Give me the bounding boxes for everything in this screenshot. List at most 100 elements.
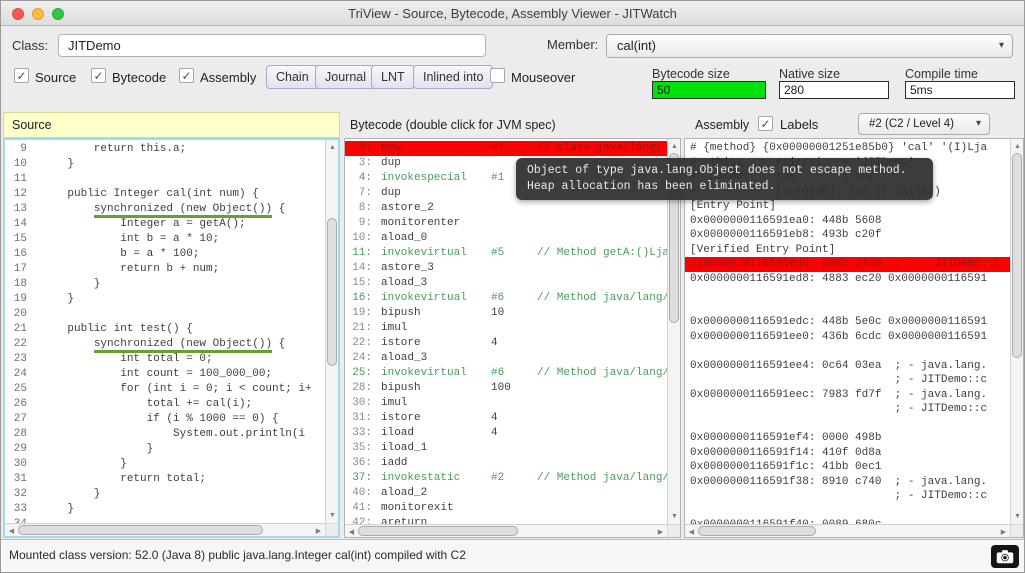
scroll-left-icon[interactable]: ◀	[346, 527, 357, 538]
bytecode-row[interactable]: 14:astore_3	[345, 261, 667, 276]
source-line[interactable]: 16 b = a * 100;	[5, 247, 325, 262]
class-input[interactable]: JITDemo	[58, 34, 486, 57]
bytecode-row[interactable]: 8:astore_2	[345, 201, 667, 216]
source-code[interactable]: 9 return this.a;10 }1112 public Integer …	[5, 140, 325, 523]
lnt-button[interactable]: LNT	[371, 65, 415, 89]
source-line[interactable]: 27 if (i % 1000 == 0) {	[5, 412, 325, 427]
scroll-left-icon[interactable]: ◀	[686, 527, 697, 538]
bytecode-row[interactable]: 28:bipush100	[345, 381, 667, 396]
assembly-line[interactable]	[685, 344, 1010, 359]
bytecode-row[interactable]: 0:new#1// class java/lang/	[345, 141, 667, 156]
source-line[interactable]: 11	[5, 172, 325, 187]
source-line[interactable]: 33 }	[5, 502, 325, 517]
source-line[interactable]: 17 return b + num;	[5, 262, 325, 277]
scrollbar-thumb[interactable]	[358, 526, 518, 536]
source-vertical-scrollbar[interactable]: ▲ ▼	[325, 140, 338, 523]
assembly-line[interactable]: ; - JITDemo::c	[685, 489, 1010, 504]
close-window-icon[interactable]	[12, 8, 24, 20]
source-line[interactable]: 29 }	[5, 442, 325, 457]
assembly-line[interactable]: 0x0000000116591eec: 7983 fd7f ; - java.l…	[685, 388, 1010, 403]
assembly-line[interactable]	[685, 286, 1010, 301]
scroll-down-icon[interactable]: ▼	[669, 511, 680, 522]
assembly-line[interactable]: 0x0000000116591f38: 8910 c740 ; - java.l…	[685, 475, 1010, 490]
bytecode-row[interactable]: 36:iadd	[345, 456, 667, 471]
scrollbar-thumb[interactable]	[698, 526, 816, 536]
source-line[interactable]: 22 synchronized (new Object()) {	[5, 337, 325, 352]
mouseover-checkbox[interactable]	[490, 68, 505, 83]
bytecode-row[interactable]: 22:istore4	[345, 336, 667, 351]
assembly-line[interactable]: 0x0000000116591ef4: 0000 498b	[685, 431, 1010, 446]
source-line[interactable]: 25 for (int i = 0; i < count; i+	[5, 382, 325, 397]
journal-button[interactable]: Journal	[315, 65, 376, 89]
bytecode-row[interactable]: 35:iload_1	[345, 441, 667, 456]
scroll-down-icon[interactable]: ▼	[1012, 511, 1023, 522]
source-line[interactable]: 31 return total;	[5, 472, 325, 487]
scrollbar-thumb[interactable]	[327, 218, 337, 366]
scrollbar-thumb[interactable]	[1012, 153, 1022, 358]
assembly-line[interactable]: # {method} {0x00000001251e85b0} 'cal' '(…	[685, 141, 1010, 156]
assembly-line[interactable]: 0x0000000116591ed0: 896c 2400 ; - JITDem…	[685, 257, 1010, 272]
source-line[interactable]: 30 }	[5, 457, 325, 472]
bytecode-row[interactable]: 40:aload_2	[345, 486, 667, 501]
source-line[interactable]: 21 public int test() {	[5, 322, 325, 337]
assembly-line[interactable]: 0x0000000116591eb8: 493b c20f	[685, 228, 1010, 243]
source-line[interactable]: 10 }	[5, 157, 325, 172]
source-line[interactable]: 19 }	[5, 292, 325, 307]
source-horizontal-scrollbar[interactable]: ◀ ▶	[5, 523, 325, 536]
scroll-left-icon[interactable]: ◀	[6, 526, 17, 537]
assembly-line[interactable]: 0x0000000116591ee0: 436b 6cdc 0x00000001…	[685, 330, 1010, 345]
source-line[interactable]: 18 }	[5, 277, 325, 292]
bytecode-row[interactable]: 11:invokevirtual#5// Method getA:()Lja	[345, 246, 667, 261]
scroll-up-icon[interactable]: ▲	[1012, 141, 1023, 152]
chain-button[interactable]: Chain	[266, 65, 319, 89]
assembly-line[interactable]: ; - JITDemo::c	[685, 402, 1010, 417]
assembly-line[interactable]: 0x0000000116591ea0: 448b 5608	[685, 214, 1010, 229]
screenshot-button[interactable]	[991, 545, 1019, 568]
assembly-line[interactable]: ; - JITDemo::c	[685, 373, 1010, 388]
assembly-checkbox[interactable]: ✓	[179, 68, 194, 83]
assembly-vertical-scrollbar[interactable]: ▲ ▼	[1010, 139, 1023, 524]
bytecode-row[interactable]: 41:monitorexit	[345, 501, 667, 516]
bytecode-row[interactable]: 37:invokestatic#2// Method java/lang/	[345, 471, 667, 486]
assembly-line[interactable]: 0x0000000116591ee4: 0c64 03ea ; - java.l…	[685, 359, 1010, 374]
assembly-line[interactable]	[685, 504, 1010, 519]
bytecode-row[interactable]: 30:imul	[345, 396, 667, 411]
scroll-up-icon[interactable]: ▲	[669, 141, 680, 152]
source-line[interactable]: 32 }	[5, 487, 325, 502]
scroll-right-icon[interactable]: ▶	[655, 527, 666, 538]
bytecode-row[interactable]: 19:bipush10	[345, 306, 667, 321]
member-select[interactable]: cal(int) ▾	[606, 34, 1013, 58]
assembly-line[interactable]: [Verified Entry Point]	[685, 243, 1010, 258]
labels-checkbox[interactable]: ✓	[758, 116, 773, 131]
source-line[interactable]: 14 Integer a = getA();	[5, 217, 325, 232]
bytecode-row[interactable]: 9:monitorenter	[345, 216, 667, 231]
source-line[interactable]: 24 int count = 100_000_00;	[5, 367, 325, 382]
bytecode-row[interactable]: 16:invokevirtual#6// Method java/lang/	[345, 291, 667, 306]
assembly-line[interactable]	[685, 301, 1010, 316]
bytecode-row[interactable]: 15:aload_3	[345, 276, 667, 291]
bytecode-horizontal-scrollbar[interactable]: ◀ ▶	[345, 524, 667, 537]
source-line[interactable]: 12 public Integer cal(int num) {	[5, 187, 325, 202]
source-line[interactable]: 9 return this.a;	[5, 142, 325, 157]
scroll-right-icon[interactable]: ▶	[313, 526, 324, 537]
source-line[interactable]: 28 System.out.println(i	[5, 427, 325, 442]
scroll-right-icon[interactable]: ▶	[998, 527, 1009, 538]
assembly-line[interactable]: 0x0000000116591f1c: 41bb 0ec1	[685, 460, 1010, 475]
assembly-line[interactable]: 0x0000000116591ed8: 4883 ec20 0x00000001…	[685, 272, 1010, 287]
assembly-line[interactable]: [Entry Point]	[685, 199, 1010, 214]
source-line[interactable]: 15 int b = a * 10;	[5, 232, 325, 247]
inlined-into-button[interactable]: Inlined into	[413, 65, 493, 89]
bytecode-row[interactable]: 25:invokevirtual#6// Method java/lang/	[345, 366, 667, 381]
bytecode-row[interactable]: 33:iload4	[345, 426, 667, 441]
assembly-horizontal-scrollbar[interactable]: ◀ ▶	[685, 524, 1010, 537]
source-line[interactable]: 26 total += cal(i);	[5, 397, 325, 412]
source-checkbox[interactable]: ✓	[14, 68, 29, 83]
minimize-window-icon[interactable]	[32, 8, 44, 20]
scroll-down-icon[interactable]: ▼	[327, 510, 338, 521]
bytecode-checkbox[interactable]: ✓	[91, 68, 106, 83]
bytecode-row[interactable]: 21:imul	[345, 321, 667, 336]
maximize-window-icon[interactable]	[52, 8, 64, 20]
source-line[interactable]: 20	[5, 307, 325, 322]
bytecode-row[interactable]: 42:areturn	[345, 516, 667, 524]
source-line[interactable]: 13 synchronized (new Object()) {	[5, 202, 325, 217]
